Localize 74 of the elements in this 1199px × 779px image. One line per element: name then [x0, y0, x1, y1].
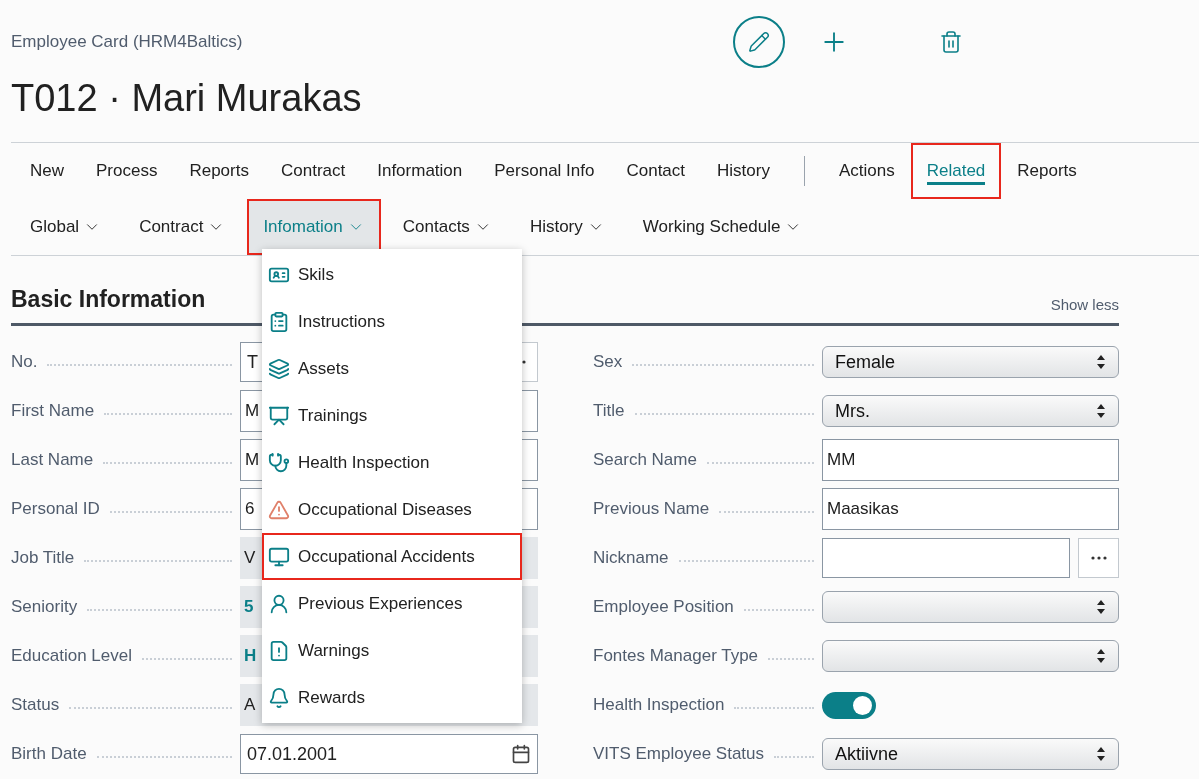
sub-menu-button[interactable]: Contract: [123, 199, 242, 255]
menu-item[interactable]: Rewards: [262, 674, 522, 721]
select-field[interactable]: Female: [822, 346, 1119, 378]
field-label: Last Name: [11, 449, 95, 472]
action-tab[interactable]: Personal Info: [478, 158, 611, 184]
menu-tab[interactable]: Reports: [1001, 143, 1093, 199]
menu-item[interactable]: Occupational Diseases: [262, 486, 522, 533]
toggle-switch[interactable]: [822, 691, 876, 719]
action-tab[interactable]: Reports: [173, 158, 265, 184]
calendar-icon: [511, 744, 531, 764]
field-label: Title: [593, 400, 626, 423]
menu-item[interactable]: Health Inspection: [262, 439, 522, 486]
field-label: Nickname: [593, 547, 670, 570]
field-label: Search Name: [593, 449, 698, 472]
date-field[interactable]: 07.01.2001: [240, 734, 538, 774]
menu-item[interactable]: Warnings: [262, 627, 522, 674]
clipboard-list-icon: [268, 310, 290, 333]
menu-tab[interactable]: Related: [910, 143, 1002, 199]
up-down-arrows-icon: [1096, 354, 1106, 370]
select-field[interactable]: Mrs.: [822, 395, 1119, 427]
bell-icon: [268, 686, 290, 709]
section-title: Basic Information: [11, 285, 206, 314]
action-tab[interactable]: Contract: [264, 158, 362, 184]
field-label: Personal ID: [11, 498, 101, 521]
menu-item[interactable]: Trainings: [262, 392, 522, 439]
layers-icon: [268, 357, 290, 380]
text-field[interactable]: [822, 538, 1070, 578]
field-label: Status: [11, 694, 61, 717]
menu-tab[interactable]: Actions: [822, 143, 911, 199]
person-icon: [268, 592, 290, 615]
delete-icon[interactable]: [939, 30, 963, 54]
action-tab[interactable]: History: [701, 158, 786, 184]
field-label: Seniority: [11, 596, 79, 619]
field-label: Fontes Manager Type: [593, 645, 760, 668]
field-label: VITS Employee Status: [593, 743, 766, 766]
field-label: Previous Name: [593, 498, 711, 521]
action-tab[interactable]: Information: [361, 158, 479, 184]
select-field[interactable]: [822, 640, 1119, 672]
sub-menu-button[interactable]: Infomation: [247, 199, 381, 255]
up-down-arrows-icon: [1096, 648, 1106, 664]
sub-menu-button[interactable]: Working Schedule: [626, 199, 819, 255]
page-title: T012 · Mari Murakas: [10, 76, 363, 121]
presentation-board-icon: [268, 404, 290, 427]
pencil-icon: [748, 31, 770, 53]
up-down-arrows-icon: [1096, 599, 1106, 615]
menu-item[interactable]: Assets: [262, 345, 522, 392]
menu-item[interactable]: Previous Experiences: [262, 580, 522, 627]
breadcrumb: Employee Card (HRM4Baltics): [11, 31, 244, 54]
menu-item[interactable]: Occupational Accidents: [262, 533, 522, 580]
edit-button[interactable]: [733, 16, 785, 68]
action-tab[interactable]: Process: [80, 158, 174, 184]
action-tab[interactable]: New: [14, 158, 80, 184]
select-field[interactable]: [822, 591, 1119, 623]
sub-menu-button[interactable]: Global: [14, 199, 118, 255]
field-label: No.: [11, 351, 39, 374]
menu-item[interactable]: Instructions: [262, 298, 522, 345]
field-label: Employee Position: [593, 596, 735, 619]
field-label: Education Level: [11, 645, 133, 668]
monitor-icon: [268, 545, 290, 568]
select-field[interactable]: Aktiivne: [822, 738, 1119, 770]
field-label: Job Title: [11, 547, 76, 570]
text-field[interactable]: MM: [822, 439, 1119, 481]
field-label: Birth Date: [11, 743, 88, 766]
warning-icon: [268, 498, 290, 521]
text-field[interactable]: Maasikas: [822, 488, 1119, 530]
field-label: Sex: [593, 351, 624, 374]
field-label: Health Inspection: [593, 694, 726, 717]
document-warning-icon: [268, 639, 290, 662]
show-less-link[interactable]: Show less: [1050, 294, 1119, 317]
stethoscope-icon: [268, 451, 290, 474]
field-label: First Name: [11, 400, 96, 423]
up-down-arrows-icon: [1096, 403, 1106, 419]
up-down-arrows-icon: [1096, 746, 1106, 762]
action-tab[interactable]: Contact: [610, 158, 702, 184]
